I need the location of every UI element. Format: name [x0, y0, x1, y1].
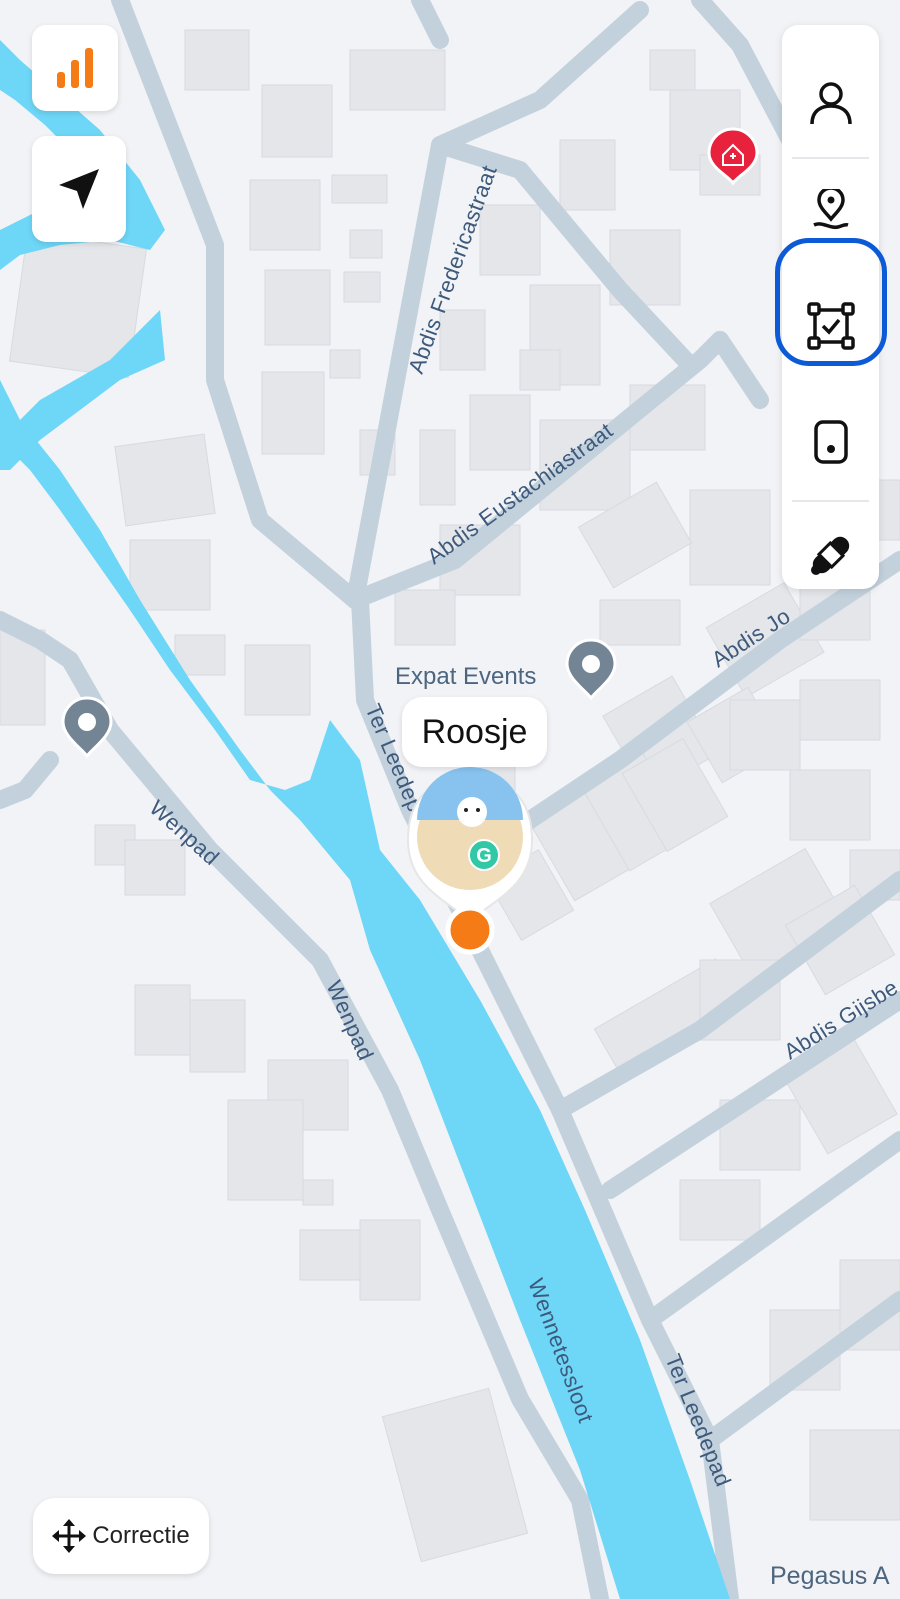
route-pin-icon: [812, 189, 849, 230]
street-label-pegasus: Pegasus A: [770, 1562, 890, 1590]
poi-label-expat-events: Expat Events: [395, 663, 536, 690]
locate-me-button[interactable]: [32, 136, 126, 242]
move-arrows-icon: [52, 1519, 87, 1553]
device-tracker-icon: [813, 420, 848, 464]
correctie-label: Correctie: [92, 1522, 190, 1549]
person-icon: [809, 82, 852, 125]
navigation-arrow-icon: [59, 169, 99, 209]
signal-button[interactable]: [32, 25, 118, 111]
profile-button[interactable]: [782, 53, 879, 153]
correctie-button[interactable]: Correctie: [33, 1498, 209, 1574]
pet-badge-letter: G: [476, 845, 492, 867]
geofence-selected-highlight: [775, 238, 887, 366]
health-button[interactable]: [782, 505, 879, 605]
pet-name-label[interactable]: Roosje: [402, 697, 547, 767]
signal-bars-icon: [57, 48, 93, 88]
bandage-icon: [810, 536, 849, 575]
device-button[interactable]: [782, 392, 879, 492]
map[interactable]: Abdis Fredericastraat Abdis Eustachiastr…: [0, 0, 900, 1599]
